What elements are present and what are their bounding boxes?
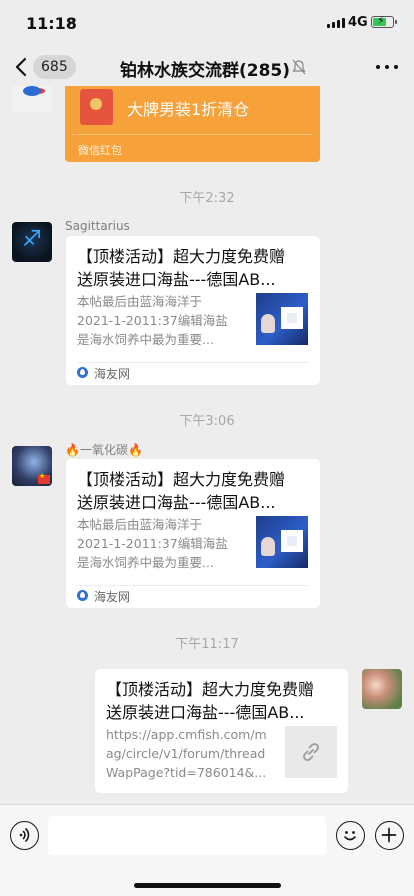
plus-button[interactable] [375, 821, 404, 850]
link-card-message[interactable]: 【顶楼活动】超大力度免费赠 送原装进口海盐---德国AB... 本帖最后由蓝海海… [66, 236, 320, 385]
location-icon: ➚ [67, 15, 78, 29]
unread-count-badge[interactable]: 685 [33, 55, 76, 79]
sender-avatar[interactable] [12, 446, 52, 486]
link-icon [303, 743, 319, 761]
flag-icon [38, 472, 50, 484]
battery-icon: ⚡ [371, 14, 397, 28]
message-timestamp: 下午3:06 [179, 414, 235, 429]
sender-name: Sagittarius [65, 219, 130, 233]
message-timestamp: 下午11:17 [175, 637, 239, 652]
chat-header: 685 铂林水族交流群(285) [0, 48, 414, 86]
back-chevron-icon[interactable] [12, 56, 32, 78]
chat-title: 铂林水族交流群(285) [120, 61, 291, 81]
red-packet-label: 微信红包 [78, 144, 122, 157]
voice-button[interactable] [10, 821, 39, 850]
mute-bell-icon [292, 59, 306, 75]
link-card-message[interactable]: 【顶楼活动】超大力度免费赠 送原装进口海盐---德国AB... 本帖最后由蓝海海… [66, 459, 320, 608]
card-source: 海友网 [94, 590, 131, 604]
source-icon [77, 590, 88, 601]
home-indicator [134, 883, 281, 888]
card-thumbnail [256, 516, 308, 568]
red-packet-text: 大牌男装1折清仓 [127, 100, 250, 119]
emoji-button[interactable] [336, 821, 365, 850]
message-input[interactable] [48, 816, 326, 855]
card-description: 本帖最后由蓝海海洋于 2021-1-2011:37编辑海盐 是海水饲养中最为重要… [77, 517, 228, 570]
input-bar [0, 804, 414, 896]
my-avatar[interactable] [362, 669, 402, 709]
outgoing-link-card[interactable]: 【顶楼活动】超大力度免费赠 送原装进口海盐---德国AB... https://… [95, 669, 348, 793]
source-icon [77, 367, 88, 378]
red-packet-message[interactable]: 大牌男装1折清仓 微信红包 [65, 86, 320, 162]
more-icon[interactable] [376, 65, 398, 70]
message-list[interactable]: 大牌男装1折清仓 微信红包 下午2:32 ♐ Sagittarius 【顶楼活动… [0, 86, 414, 804]
card-description: 本帖最后由蓝海海洋于 2021-1-2011:37编辑海盐 是海水饲养中最为重要… [77, 294, 228, 347]
sender-avatar[interactable]: ♐ [12, 222, 52, 262]
card-title: 【顶楼活动】超大力度免费赠 送原装进口海盐---德国AB... [77, 247, 286, 289]
signal-icon [327, 17, 345, 28]
card-title: 【顶楼活动】超大力度免费赠 送原装进口海盐---德国AB... [77, 470, 286, 512]
status-bar: 11:18 ➚ 4G ⚡ [0, 0, 414, 48]
card-title: 【顶楼活动】超大力度免费赠 送原装进口海盐---德国AB... [106, 680, 315, 722]
message-timestamp: 下午2:32 [179, 191, 235, 206]
sender-avatar[interactable] [12, 86, 52, 112]
card-thumbnail [256, 293, 308, 345]
link-thumbnail [285, 726, 337, 778]
red-packet-icon [80, 89, 113, 125]
voice-icon [19, 828, 30, 842]
sender-name: 🔥一氧化碳🔥 [65, 443, 143, 457]
card-source: 海友网 [94, 367, 131, 381]
card-url: https://app.cmfish.com/m ag/circle/v1/fo… [106, 727, 267, 780]
emoji-icon [344, 831, 356, 841]
network-type: 4G [348, 15, 368, 30]
plus-icon [381, 827, 397, 843]
